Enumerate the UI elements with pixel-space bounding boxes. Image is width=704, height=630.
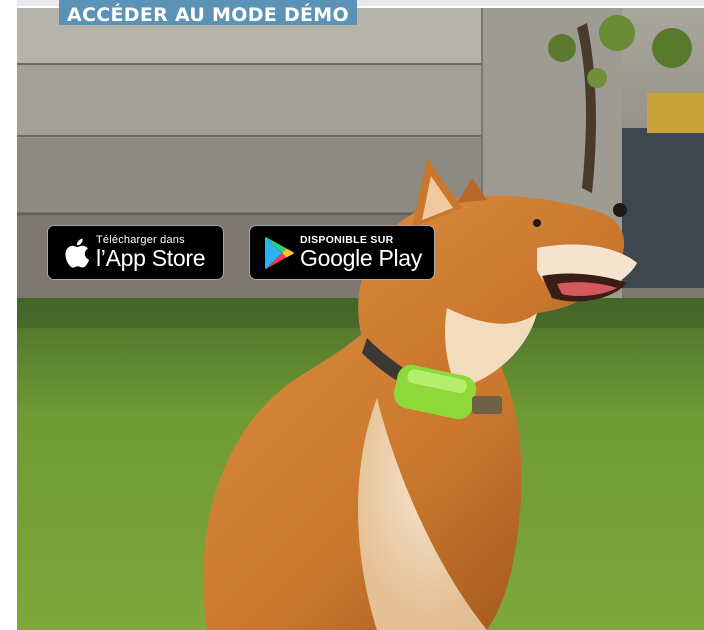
google-play-badge[interactable]: DISPONIBLE SUR Google Play — [249, 225, 435, 280]
app-store-badge[interactable]: Télécharger dans l’App Store — [47, 225, 224, 280]
app-store-bottom-line: l’App Store — [96, 245, 206, 271]
apple-icon — [56, 237, 96, 269]
dog-photo — [17, 8, 704, 630]
google-play-icon — [260, 236, 300, 270]
google-play-bottom-line: Google Play — [300, 245, 422, 271]
hero-image — [17, 8, 704, 630]
demo-mode-button[interactable]: ACCÉDER AU MODE DÉMO — [59, 0, 357, 25]
demo-mode-button-label: ACCÉDER AU MODE DÉMO — [67, 4, 349, 26]
